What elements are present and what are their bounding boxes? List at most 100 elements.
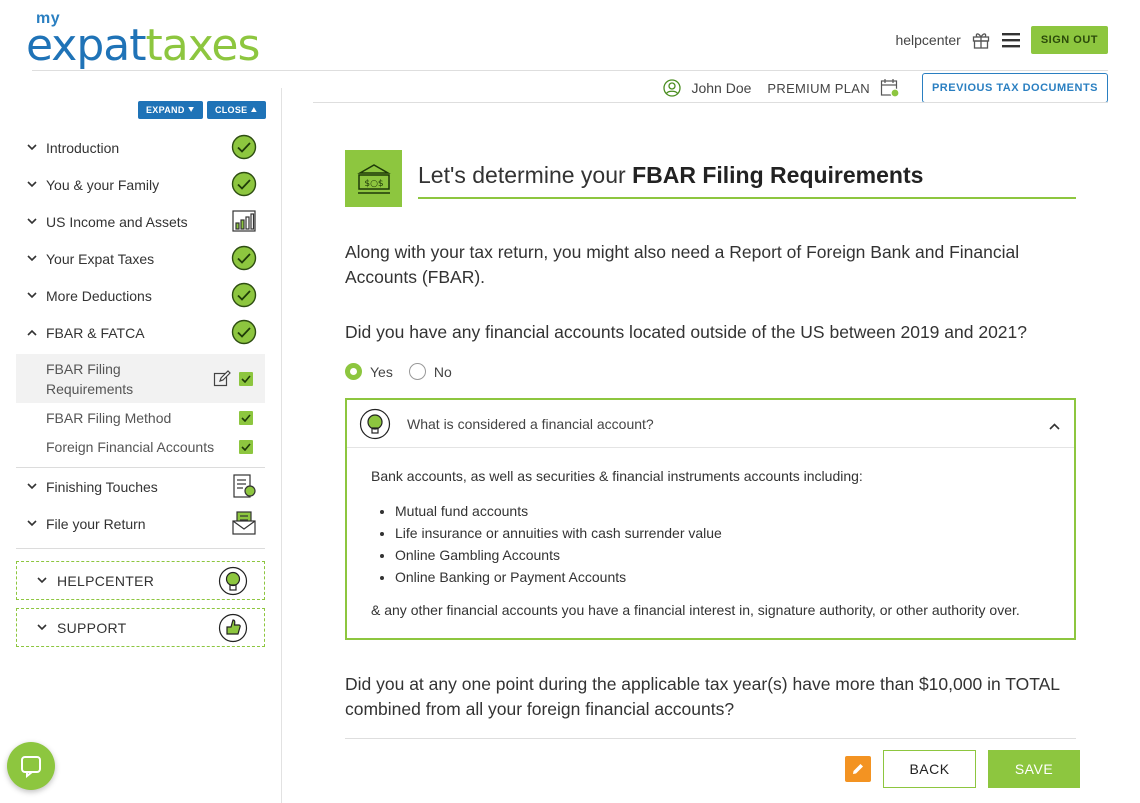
info-lead-text: Bank accounts, as well as securities & f…: [371, 468, 863, 484]
sidebar-item-finishing-touches[interactable]: Finishing Touches: [16, 468, 265, 505]
checkbox-checked-icon: [239, 439, 253, 454]
foreign-accounts-radio-group: Yes No: [345, 363, 1076, 380]
chevron-down-icon: [24, 144, 40, 151]
previous-tax-documents-button[interactable]: PREVIOUS TAX DOCUMENTS: [921, 73, 1108, 103]
header-actions: helpcenter SIGN OUT: [895, 26, 1108, 54]
brand-logo[interactable]: my expattaxes: [26, 10, 266, 71]
support-label: SUPPORT: [57, 619, 127, 636]
sidebar-item-label: Introduction: [46, 139, 120, 156]
info-panel-question: What is considered a financial account?: [407, 415, 654, 432]
sidebar-subitem-foreign-financial-accounts[interactable]: Foreign Financial Accounts: [16, 432, 265, 461]
helpcenter-panel[interactable]: HELPCENTER: [16, 561, 265, 600]
check-circle-icon: [231, 282, 257, 308]
radio-yes-label: Yes: [370, 363, 393, 380]
list-item: Mutual fund accounts: [395, 500, 1050, 522]
chevron-down-icon: [24, 483, 40, 490]
sidebar-item-us-income[interactable]: US Income and Assets: [16, 203, 265, 240]
content-top-divider: [313, 102, 1108, 103]
chevron-down-icon: [24, 181, 40, 188]
hamburger-menu-icon[interactable]: [1001, 30, 1021, 50]
envelope-document-icon: [231, 510, 257, 536]
sidebar-subitem-fbar-filing-method[interactable]: FBAR Filing Method: [16, 403, 265, 432]
user-bar: John Doe PREMIUM PLAN PREVIOUS TAX DOCUM…: [663, 73, 1108, 103]
logo-wordmark: expattaxes: [26, 20, 260, 71]
checkbox-checked-icon: [239, 410, 253, 425]
info-tail-text: & any other financial accounts you have …: [371, 602, 1020, 618]
sidebar-item-introduction[interactable]: Introduction: [16, 129, 265, 166]
title-underline: [418, 197, 1076, 199]
content-bottom-divider: [345, 738, 1076, 739]
sidebar-item-family[interactable]: You & your Family: [16, 166, 265, 203]
user-name: John Doe: [691, 80, 752, 96]
sidebar-item-fbar-fatca[interactable]: FBAR & FATCA: [16, 314, 265, 351]
main-content: $○$ Let's determine your FBAR Filing Req…: [345, 150, 1076, 739]
info-panel-header[interactable]: What is considered a financial account?: [347, 400, 1074, 448]
sidebar-subitem-label: FBAR Filing Requirements: [46, 360, 134, 397]
thumbs-up-icon: [218, 613, 248, 643]
support-panel[interactable]: SUPPORT: [16, 608, 265, 647]
back-button[interactable]: BACK: [883, 750, 976, 788]
sidebar-item-label: File your Return: [46, 515, 146, 532]
sign-out-button[interactable]: SIGN OUT: [1030, 26, 1108, 54]
bar-chart-icon: [231, 208, 257, 234]
plan-label: PREMIUM PLAN: [767, 80, 870, 96]
form-actions: BACK SAVE: [845, 750, 1080, 788]
close-all-button[interactable]: CLOSE ⯅: [206, 101, 266, 119]
account-type-list: Mutual fund accounts Life insurance or a…: [395, 500, 1050, 588]
sidebar-item-file-return[interactable]: File your Return: [16, 505, 265, 542]
chevron-down-icon: [35, 577, 49, 584]
list-item: Online Banking or Payment Accounts: [395, 566, 1050, 588]
check-circle-icon: [231, 134, 257, 160]
sidebar-item-deductions[interactable]: More Deductions: [16, 277, 265, 314]
page-title: Let's determine your FBAR Filing Require…: [418, 162, 924, 188]
list-item: Online Gambling Accounts: [395, 544, 1050, 566]
sidebar-item-label: You & your Family: [46, 176, 160, 193]
check-circle-icon: [231, 171, 257, 197]
lightbulb-icon: [218, 566, 248, 596]
expand-all-button[interactable]: EXPAND ⯆: [138, 101, 203, 119]
question-foreign-accounts: Did you have any financial accounts loca…: [345, 322, 1028, 342]
save-button[interactable]: SAVE: [988, 750, 1080, 788]
user-avatar-icon: [663, 79, 682, 97]
helpcenter-label: HELPCENTER: [57, 572, 155, 589]
sidebar-item-label: Finishing Touches: [46, 478, 158, 495]
radio-no-circle[interactable]: [408, 363, 426, 380]
sidebar-item-label: Your Expat Taxes: [46, 250, 155, 267]
check-circle-icon: [231, 319, 257, 345]
calendar-icon[interactable]: [880, 78, 900, 98]
intro-text: Along with your tax return, you might al…: [345, 242, 1020, 287]
sidebar-subitem-label: Foreign Financial Accounts: [46, 438, 215, 455]
sidebar-subitem-fbar-filing-requirements[interactable]: FBAR Filing Requirements: [16, 354, 265, 403]
chevron-down-icon: [24, 255, 40, 262]
bank-icon: $○$: [345, 150, 402, 207]
radio-yes-circle[interactable]: [345, 363, 362, 380]
chevron-down-icon: [24, 218, 40, 225]
sidebar-item-expat-taxes[interactable]: Your Expat Taxes: [16, 240, 265, 277]
lightbulb-icon: [359, 408, 391, 440]
list-item: Life insurance or annuities with cash su…: [395, 522, 1050, 544]
sidebar-item-label: FBAR & FATCA: [46, 324, 145, 341]
pencil-icon[interactable]: [845, 756, 871, 782]
question-over-10000: Did you at any one point during the appl…: [345, 674, 1060, 719]
svg-text:$○$: $○$: [364, 179, 383, 189]
chat-icon: [19, 754, 43, 778]
chevron-down-icon: [24, 520, 40, 527]
sidebar-item-label: US Income and Assets: [46, 213, 188, 230]
sidebar-item-label: More Deductions: [46, 287, 152, 304]
helpcenter-link[interactable]: helpcenter: [895, 32, 960, 48]
chevron-down-icon: [35, 624, 49, 631]
header-divider: [32, 70, 1108, 71]
chat-button[interactable]: [7, 742, 55, 790]
page-title-row: $○$ Let's determine your FBAR Filing Req…: [345, 150, 1076, 207]
radio-no[interactable]: No: [408, 363, 452, 380]
sidebar-subitem-label: FBAR Filing Method: [46, 409, 172, 426]
sidebar-divider: [281, 88, 282, 803]
sidebar-nav: Introduction You & your Family US Income…: [16, 129, 265, 549]
checklist-icon: [231, 473, 257, 499]
check-circle-icon: [231, 245, 257, 271]
expand-close-controls: EXPAND ⯆ CLOSE ⯅: [138, 101, 266, 119]
chevron-up-icon[interactable]: [1049, 417, 1060, 435]
gift-icon[interactable]: [971, 30, 991, 50]
financial-account-info-panel: What is considered a financial account? …: [345, 398, 1076, 640]
radio-yes[interactable]: Yes: [345, 363, 393, 380]
